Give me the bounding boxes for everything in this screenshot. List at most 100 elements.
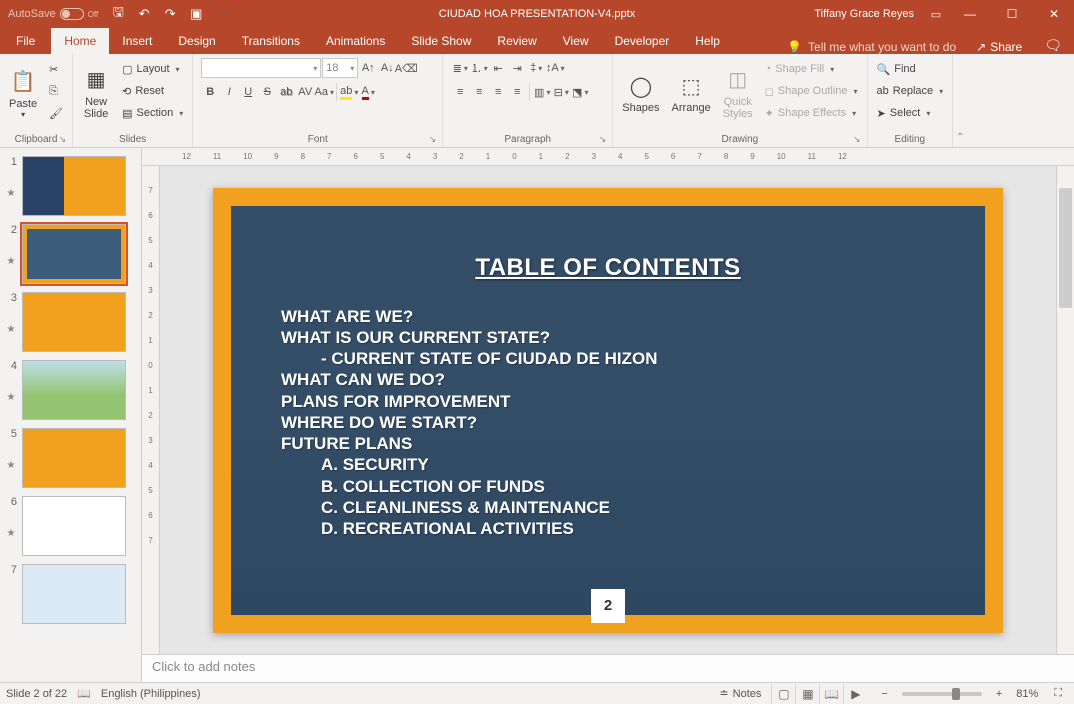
increase-indent-button[interactable]: ⇥ bbox=[508, 58, 526, 78]
strikethrough-button[interactable]: S bbox=[258, 82, 276, 102]
slide[interactable]: TABLE OF CONTENTS WHAT ARE WE? WHAT IS O… bbox=[213, 188, 1003, 633]
zoom-in-button[interactable]: + bbox=[992, 688, 1006, 700]
slideshow-view-button[interactable]: ▶ bbox=[843, 684, 867, 704]
zoom-out-button[interactable]: − bbox=[877, 688, 891, 700]
numbering-button[interactable]: ⒈ bbox=[470, 58, 488, 78]
decrease-indent-button[interactable]: ⇤ bbox=[489, 58, 507, 78]
thumbnail-1[interactable]: 1★ bbox=[0, 152, 141, 220]
tab-design[interactable]: Design bbox=[165, 28, 228, 54]
shape-effects-button[interactable]: ✦Shape Effects bbox=[760, 102, 863, 124]
collapse-ribbon-button[interactable]: ⌃ bbox=[953, 54, 967, 147]
justify-button[interactable]: ≡ bbox=[508, 82, 526, 102]
decrease-font-button[interactable]: A↓ bbox=[378, 58, 396, 78]
share-button[interactable]: ↗ Share bbox=[966, 40, 1032, 54]
tab-home[interactable]: Home bbox=[51, 28, 109, 54]
shape-outline-button[interactable]: ◻Shape Outline bbox=[760, 80, 863, 102]
tab-view[interactable]: View bbox=[550, 28, 602, 54]
redo-icon[interactable]: ↷ bbox=[162, 6, 178, 22]
close-button[interactable]: ✕ bbox=[1034, 0, 1074, 28]
copy-button[interactable]: ⎘ bbox=[44, 80, 68, 102]
font-name-combo[interactable]: ▾ bbox=[201, 58, 321, 78]
smartart-button[interactable]: ⬔ bbox=[571, 82, 589, 102]
character-spacing-button[interactable]: AV bbox=[296, 82, 314, 102]
spell-check-icon[interactable]: 📖 bbox=[77, 687, 91, 700]
horizontal-ruler[interactable]: 12 11 10 9 8 7 6 5 4 3 2 1 0 1 2 3 4 5 6… bbox=[142, 148, 1074, 166]
tab-help[interactable]: Help bbox=[682, 28, 733, 54]
thumbnail-5[interactable]: 5★ bbox=[0, 424, 141, 492]
ribbon-display-options-icon[interactable]: ▭ bbox=[924, 0, 948, 28]
quick-styles-button[interactable]: ◫Quick Styles bbox=[718, 58, 758, 128]
align-text-button[interactable]: ⊟ bbox=[552, 82, 570, 102]
thumbnail-6[interactable]: 6★ bbox=[0, 492, 141, 560]
align-left-button[interactable]: ≡ bbox=[451, 82, 469, 102]
tab-transitions[interactable]: Transitions bbox=[229, 28, 313, 54]
slide-title[interactable]: TABLE OF CONTENTS bbox=[271, 254, 945, 282]
notes-pane[interactable]: Click to add notes bbox=[142, 654, 1074, 682]
tab-file[interactable]: File bbox=[0, 28, 51, 54]
zoom-level[interactable]: 81% bbox=[1016, 688, 1038, 700]
arrange-button[interactable]: ⬚Arrange bbox=[667, 58, 716, 128]
format-painter-button[interactable]: 🖌 bbox=[44, 102, 68, 124]
select-button[interactable]: ➤Select bbox=[872, 102, 949, 124]
tab-slideshow[interactable]: Slide Show bbox=[398, 28, 484, 54]
reset-button[interactable]: ⟲Reset bbox=[117, 80, 188, 102]
language-status[interactable]: English (Philippines) bbox=[101, 688, 201, 700]
tab-animations[interactable]: Animations bbox=[313, 28, 398, 54]
thumbnail-7[interactable]: 7 bbox=[0, 560, 141, 628]
font-color-button[interactable]: A bbox=[359, 82, 377, 102]
new-slide-button[interactable]: ▦ New Slide bbox=[77, 58, 115, 128]
tab-review[interactable]: Review bbox=[484, 28, 549, 54]
vertical-scrollbar[interactable] bbox=[1056, 166, 1074, 654]
slide-position[interactable]: Slide 2 of 22 bbox=[6, 688, 67, 700]
font-launcher-icon[interactable]: ↘ bbox=[429, 134, 437, 145]
underline-button[interactable]: U bbox=[239, 82, 257, 102]
thumbnail-3[interactable]: 3★ bbox=[0, 288, 141, 356]
font-size-combo[interactable]: 18▾ bbox=[322, 58, 358, 78]
qat-customize-icon[interactable] bbox=[214, 6, 230, 22]
columns-button[interactable]: ▥ bbox=[533, 82, 551, 102]
paragraph-launcher-icon[interactable]: ↘ bbox=[599, 134, 607, 145]
drawing-launcher-icon[interactable]: ↘ bbox=[853, 134, 861, 145]
slide-content[interactable]: WHAT ARE WE? WHAT IS OUR CURRENT STATE? … bbox=[281, 306, 945, 540]
section-button[interactable]: ▤Section bbox=[117, 102, 188, 124]
reading-view-button[interactable]: 📖 bbox=[819, 684, 843, 704]
slide-thumbnails[interactable]: 1★ 2★ 3★ 4★ 5★ 6★ 7 bbox=[0, 148, 142, 682]
paste-button[interactable]: 📋 Paste ▾ bbox=[4, 58, 42, 128]
tab-insert[interactable]: Insert bbox=[109, 28, 165, 54]
bullets-button[interactable]: ≣ bbox=[451, 58, 469, 78]
start-from-beginning-icon[interactable]: ▣ bbox=[188, 6, 204, 22]
shapes-button[interactable]: ◯Shapes bbox=[617, 58, 664, 128]
text-shadow-button[interactable]: ab bbox=[277, 82, 295, 102]
thumbnail-2[interactable]: 2★ bbox=[0, 220, 141, 288]
align-right-button[interactable]: ≡ bbox=[489, 82, 507, 102]
zoom-slider-thumb[interactable] bbox=[952, 688, 960, 700]
cut-button[interactable]: ✂ bbox=[44, 58, 68, 80]
layout-button[interactable]: ▢Layout bbox=[117, 58, 188, 80]
comments-button[interactable]: 🗨 bbox=[1032, 37, 1074, 54]
autosave-toggle[interactable]: AutoSave Off bbox=[8, 8, 98, 20]
slide-sorter-button[interactable]: ▦ bbox=[795, 684, 819, 704]
normal-view-button[interactable]: ▢ bbox=[771, 684, 795, 704]
tab-developer[interactable]: Developer bbox=[602, 28, 683, 54]
change-case-button[interactable]: Aa bbox=[315, 82, 333, 102]
text-direction-button[interactable]: ↕A bbox=[546, 58, 564, 78]
font-highlight-button[interactable]: ab bbox=[340, 82, 358, 102]
maximize-button[interactable]: ☐ bbox=[992, 0, 1032, 28]
replace-button[interactable]: abReplace bbox=[872, 80, 949, 102]
bold-button[interactable]: B bbox=[201, 82, 219, 102]
fit-to-window-button[interactable]: ⛶ bbox=[1048, 687, 1068, 700]
scroll-thumb[interactable] bbox=[1059, 188, 1072, 308]
slide-canvas[interactable]: TABLE OF CONTENTS WHAT ARE WE? WHAT IS O… bbox=[160, 166, 1056, 654]
clipboard-launcher-icon[interactable]: ↘ bbox=[59, 134, 67, 145]
save-icon[interactable]: 🖫 bbox=[110, 6, 126, 22]
undo-icon[interactable]: ↶ bbox=[136, 6, 152, 22]
find-button[interactable]: 🔍Find bbox=[872, 58, 949, 80]
increase-font-button[interactable]: A↑ bbox=[359, 58, 377, 78]
tell-me-search[interactable]: 💡 Tell me what you want to do bbox=[777, 40, 966, 54]
minimize-button[interactable]: ― bbox=[950, 0, 990, 28]
clear-formatting-button[interactable]: A⌫ bbox=[397, 58, 415, 78]
shape-fill-button[interactable]: ◔Shape Fill bbox=[760, 58, 863, 80]
notes-toggle[interactable]: ≐Notes bbox=[719, 687, 761, 700]
user-name[interactable]: Tiffany Grace Reyes bbox=[814, 8, 914, 20]
vertical-ruler[interactable]: 7 6 5 4 3 2 1 0 1 2 3 4 5 6 7 bbox=[142, 166, 160, 654]
